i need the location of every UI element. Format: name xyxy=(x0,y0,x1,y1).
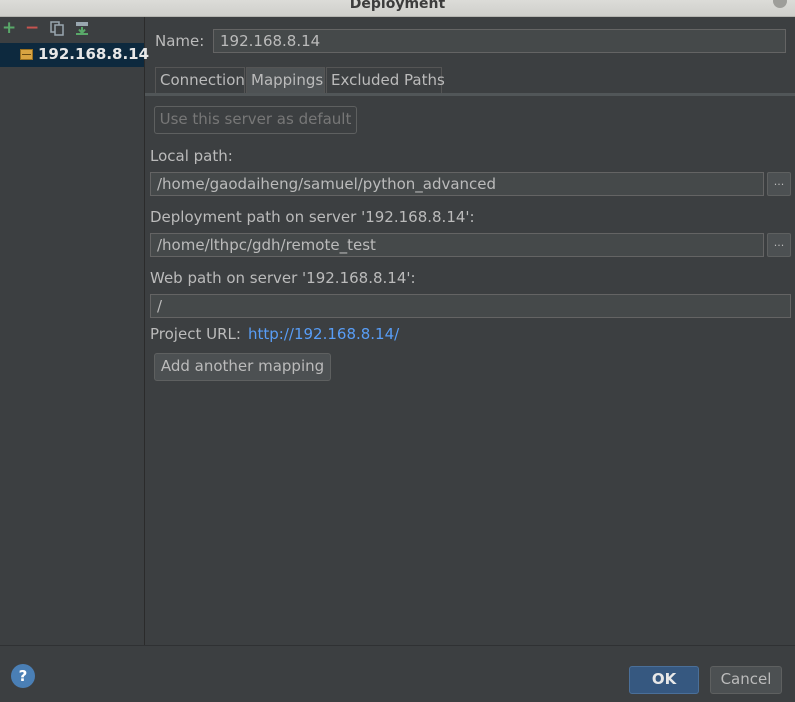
deployment-path-label: Deployment path on server '192.168.8.14'… xyxy=(150,208,475,226)
project-url-link[interactable]: http://192.168.8.14/ xyxy=(248,325,399,343)
cancel-button[interactable]: Cancel xyxy=(710,666,782,694)
import-icon[interactable] xyxy=(75,21,89,36)
ok-button[interactable]: OK xyxy=(629,666,699,694)
tab-mappings[interactable]: Mappings xyxy=(246,67,325,93)
name-input[interactable]: 192.168.8.14 xyxy=(213,29,786,53)
deployment-path-input[interactable]: /home/lthpc/gdh/remote_test xyxy=(150,233,764,257)
local-path-label: Local path: xyxy=(150,147,233,165)
minus-icon[interactable]: − xyxy=(25,20,39,37)
add-mapping-button[interactable]: Add another mapping xyxy=(154,353,331,381)
server-list-panel: + − 192.168.8.14 xyxy=(0,17,149,645)
web-path-input[interactable]: / xyxy=(150,294,791,318)
name-label: Name: xyxy=(155,32,205,50)
window-title: Deployment xyxy=(349,0,446,12)
project-url-label: Project URL: xyxy=(150,325,241,343)
deployment-path-browse-button[interactable]: ... xyxy=(767,233,791,257)
web-path-label: Web path on server '192.168.8.14': xyxy=(150,269,416,287)
copy-icon[interactable] xyxy=(50,21,64,36)
sftp-server-icon xyxy=(20,49,33,60)
server-list-item[interactable]: 192.168.8.14 xyxy=(0,43,149,67)
server-name-label: 192.168.8.14 xyxy=(38,45,150,63)
local-path-input[interactable]: /home/gaodaiheng/samuel/python_advanced xyxy=(150,172,764,196)
use-as-default-button[interactable]: Use this server as default xyxy=(154,106,357,134)
plus-icon[interactable]: + xyxy=(2,20,16,37)
tab-excluded-paths[interactable]: Excluded Paths xyxy=(326,67,445,93)
window-titlebar: Deployment xyxy=(0,0,795,17)
tab-connection[interactable]: Connection xyxy=(155,67,245,93)
local-path-browse-button[interactable]: ... xyxy=(767,172,791,196)
tab-underline xyxy=(145,93,795,96)
help-icon[interactable]: ? xyxy=(11,664,35,688)
